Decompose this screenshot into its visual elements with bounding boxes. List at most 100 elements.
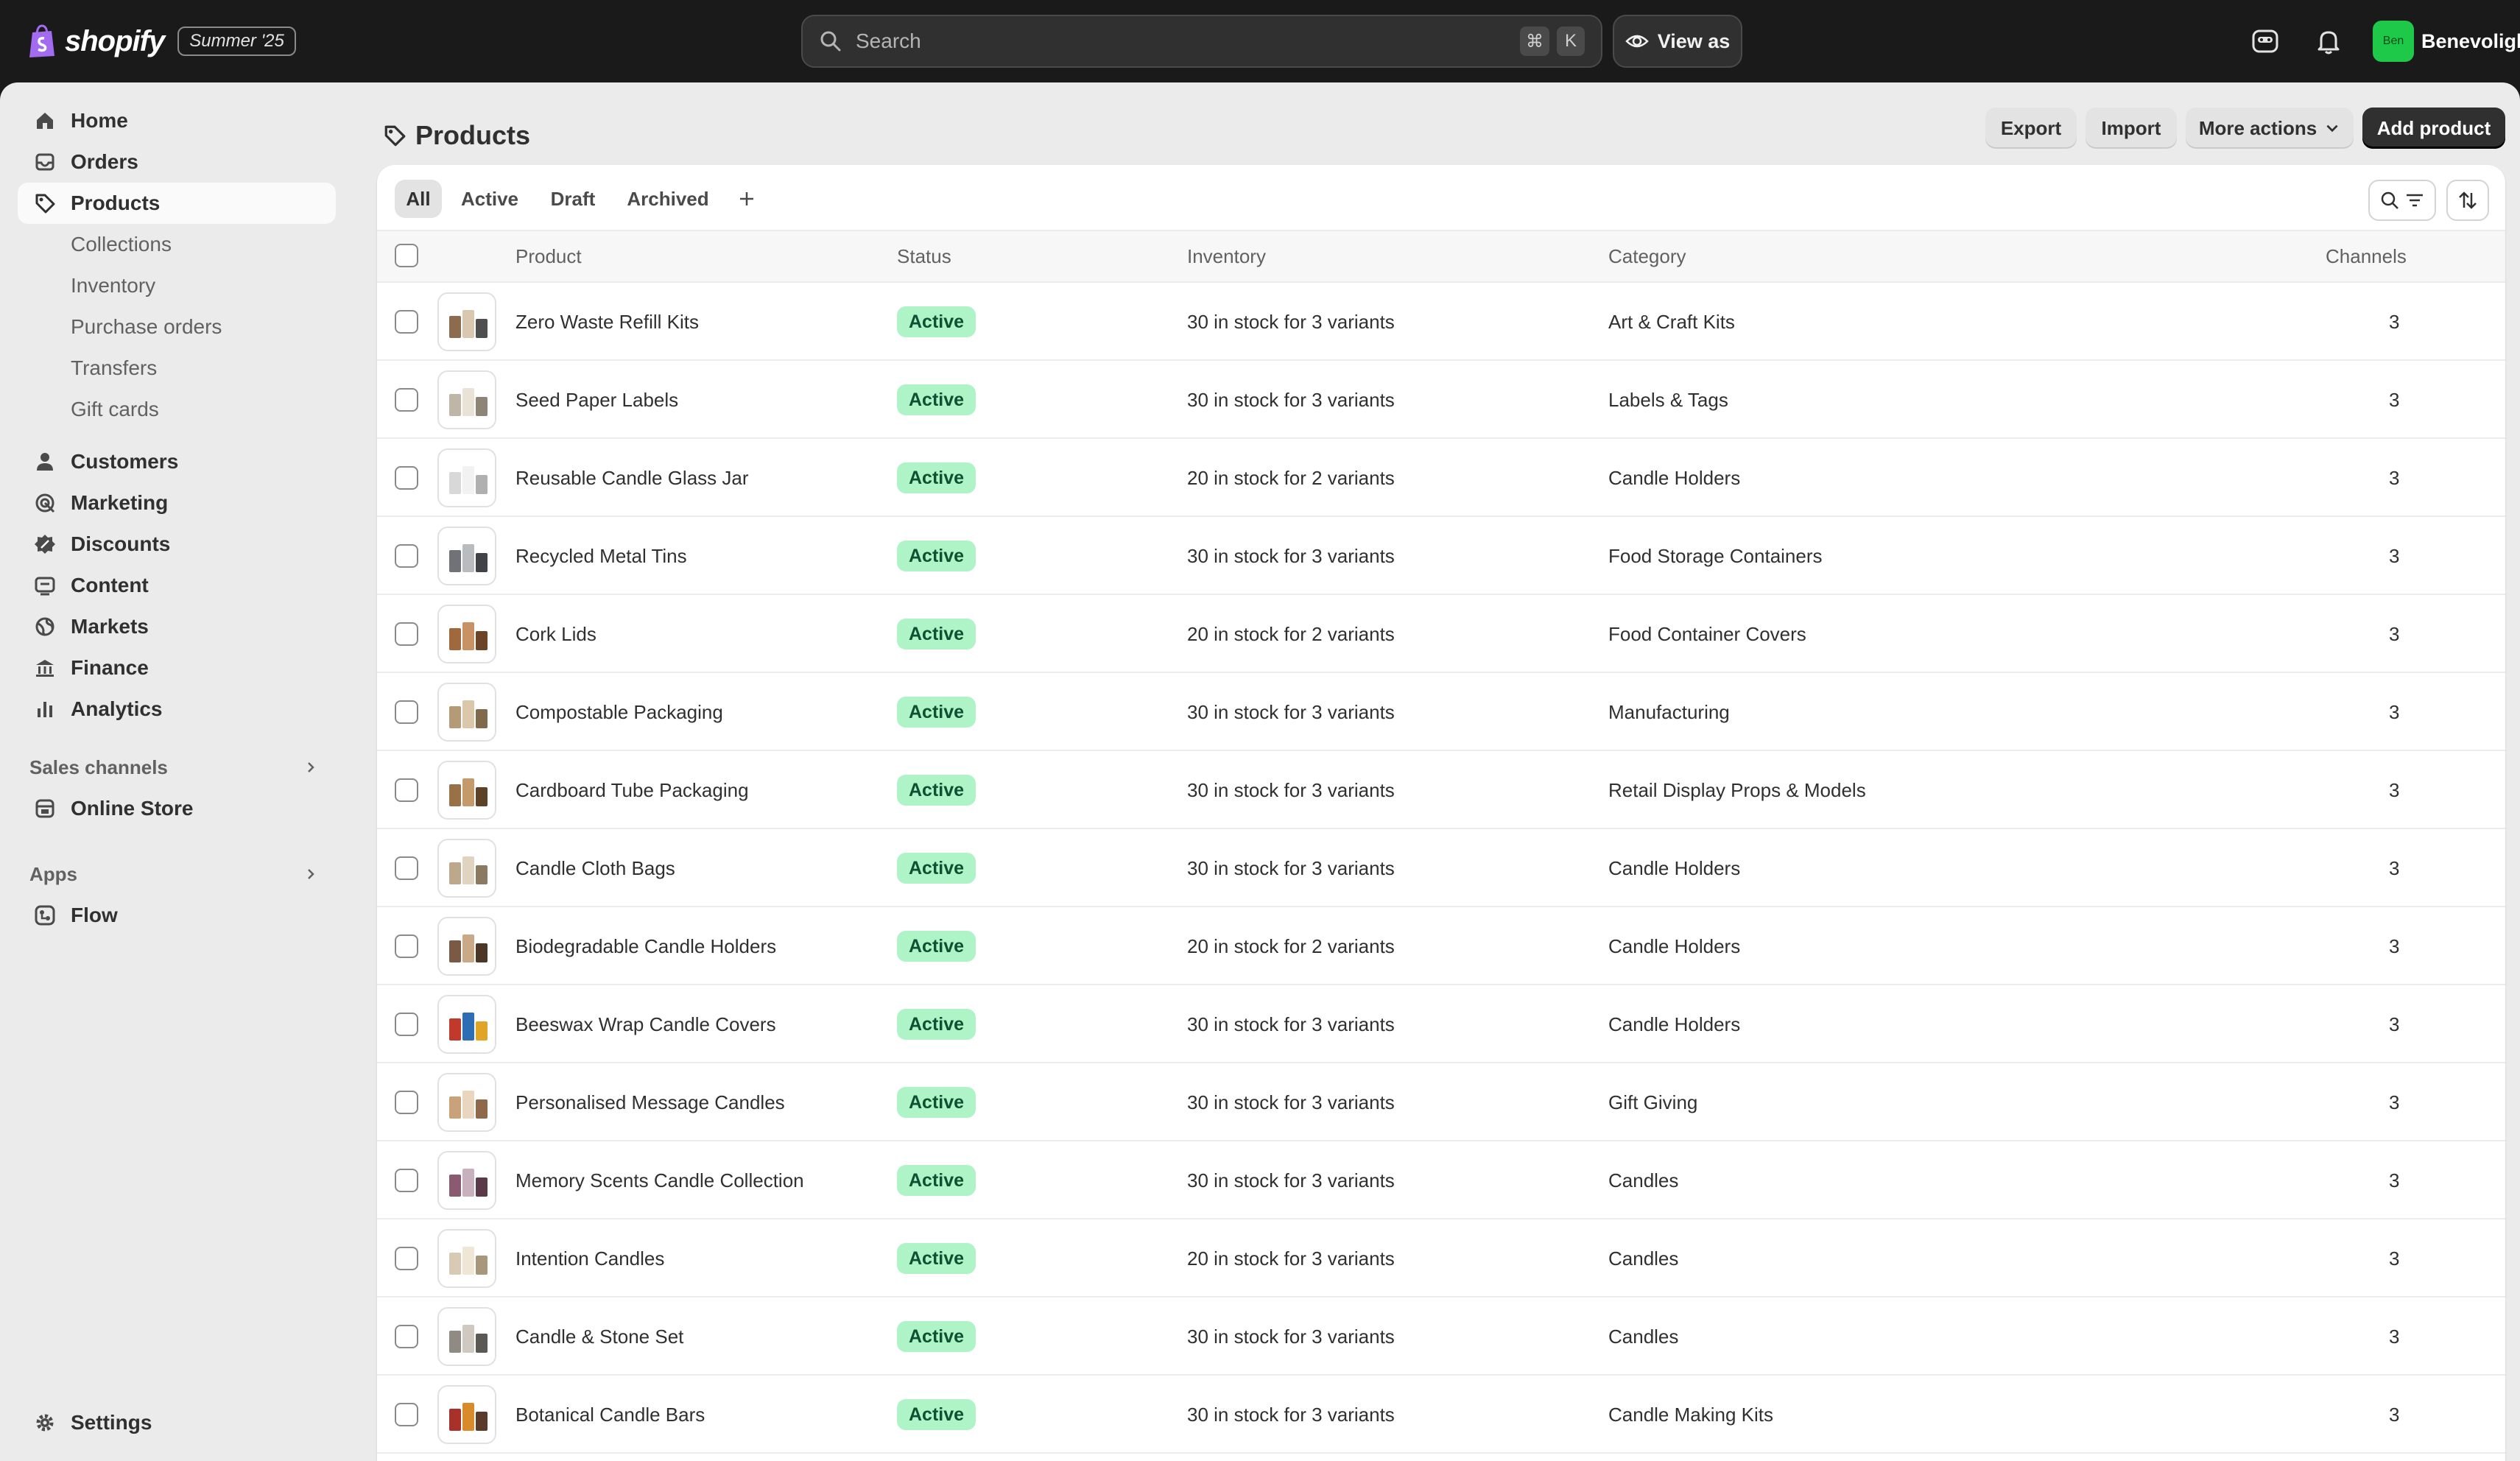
product-name[interactable]: Memory Scents Candle Collection bbox=[515, 1141, 804, 1219]
product-name[interactable]: Botanical Candle Bars bbox=[515, 1376, 705, 1454]
table-row[interactable]: Intention Candles Active 20 in stock for 3… bbox=[377, 1219, 2505, 1298]
table-row[interactable]: Biodegradable Candle Holders Active 20 in … bbox=[377, 907, 2505, 985]
product-name[interactable]: Zero Waste Refill Kits bbox=[515, 283, 699, 361]
product-name[interactable]: Candle Cloth Bags bbox=[515, 829, 675, 907]
global-search[interactable]: ⌘ K bbox=[801, 15, 1602, 68]
sidebar-subitem-inventory[interactable]: Inventory bbox=[71, 268, 155, 303]
product-name[interactable]: Personalised Message Candles bbox=[515, 1063, 785, 1141]
select-all-checkbox[interactable] bbox=[395, 244, 418, 267]
product-name[interactable]: Compostable Packaging bbox=[515, 673, 723, 751]
row-checkbox[interactable] bbox=[395, 388, 418, 412]
sidekick-icon[interactable] bbox=[2249, 25, 2281, 57]
table-row[interactable]: Recycled Metal Tins Active 30 in stock for… bbox=[377, 517, 2505, 595]
account-menu[interactable]: Ben Benevolight bbox=[2373, 18, 2520, 65]
row-checkbox[interactable] bbox=[395, 1325, 418, 1348]
row-checkbox[interactable] bbox=[395, 778, 418, 802]
table-row[interactable]: Zero Waste Refill Kits Active 30 in stock … bbox=[377, 283, 2505, 361]
sidebar-item-markets[interactable]: Markets bbox=[18, 606, 336, 647]
table-row[interactable]: Personalised Message Candles Active 30 in … bbox=[377, 1063, 2505, 1141]
product-thumbnail[interactable] bbox=[437, 605, 496, 663]
view-as-button[interactable]: View as bbox=[1613, 15, 1742, 68]
row-checkbox[interactable] bbox=[395, 1247, 418, 1270]
column-channels[interactable]: Channels bbox=[2326, 231, 2407, 281]
row-checkbox[interactable] bbox=[395, 622, 418, 646]
product-thumbnail[interactable] bbox=[437, 761, 496, 820]
row-checkbox[interactable] bbox=[395, 544, 418, 568]
sidebar-subitem-collections[interactable]: Collections bbox=[71, 227, 172, 262]
bell-icon[interactable] bbox=[2312, 25, 2345, 57]
product-name[interactable]: Cardboard Tube Packaging bbox=[515, 751, 749, 829]
product-name[interactable]: Biodegradable Candle Holders bbox=[515, 907, 776, 985]
table-row[interactable]: Beeswax Wrap Candle Covers Active 30 in st… bbox=[377, 985, 2505, 1063]
more-actions-button[interactable]: More actions bbox=[2186, 108, 2354, 149]
product-thumbnail[interactable] bbox=[437, 683, 496, 742]
tab-archived[interactable]: Archived bbox=[617, 180, 719, 218]
row-checkbox[interactable] bbox=[395, 1403, 418, 1426]
sales-channels-heading[interactable]: Sales channels bbox=[29, 750, 318, 785]
table-row[interactable]: Candle Cloth Bags Active 30 in stock for 3… bbox=[377, 829, 2505, 907]
sidebar-item-online-store[interactable]: Online Store bbox=[18, 788, 336, 829]
sidebar-item-discounts[interactable]: Discounts bbox=[18, 524, 336, 565]
column-category[interactable]: Category bbox=[1608, 231, 1686, 281]
sidebar-item-home[interactable]: Home bbox=[18, 100, 336, 141]
product-thumbnail[interactable] bbox=[437, 917, 496, 976]
tab-all[interactable]: All bbox=[395, 180, 442, 218]
product-name[interactable]: Reusable Candle Glass Jar bbox=[515, 439, 749, 517]
product-name[interactable]: Intention Candles bbox=[515, 1219, 664, 1298]
brand[interactable]: shopify Summer '25 bbox=[27, 21, 296, 62]
product-thumbnail[interactable] bbox=[437, 1229, 496, 1288]
product-thumbnail[interactable] bbox=[437, 995, 496, 1054]
column-status[interactable]: Status bbox=[897, 231, 951, 281]
table-row[interactable]: Seed Paper Labels Active 30 in stock for 3… bbox=[377, 361, 2505, 439]
sidebar-item-customers[interactable]: Customers bbox=[18, 441, 336, 482]
row-checkbox[interactable] bbox=[395, 934, 418, 958]
row-checkbox[interactable] bbox=[395, 310, 418, 334]
row-checkbox[interactable] bbox=[395, 856, 418, 880]
product-thumbnail[interactable] bbox=[437, 370, 496, 429]
product-name[interactable]: Seed Paper Labels bbox=[515, 361, 678, 439]
add-product-button[interactable]: Add product bbox=[2362, 108, 2505, 149]
table-row[interactable]: Botanical Candle Bars Active 30 in stock f… bbox=[377, 1376, 2505, 1454]
search-filter-button[interactable] bbox=[2368, 180, 2436, 221]
table-row[interactable]: Candle & Stone Set Active 30 in stock for … bbox=[377, 1298, 2505, 1376]
add-view-button[interactable] bbox=[728, 180, 766, 218]
row-checkbox[interactable] bbox=[395, 700, 418, 724]
search-input[interactable] bbox=[854, 29, 1513, 54]
product-thumbnail[interactable] bbox=[437, 839, 496, 898]
table-row[interactable]: Cork Lids Active 20 in stock for 2 variant… bbox=[377, 595, 2505, 673]
column-inventory[interactable]: Inventory bbox=[1187, 231, 1266, 281]
table-row[interactable]: Cardboard Tube Packaging Active 30 in stoc… bbox=[377, 751, 2505, 829]
sidebar-item-finance[interactable]: Finance bbox=[18, 647, 336, 689]
sidebar-subitem-gift-cards[interactable]: Gift cards bbox=[71, 392, 159, 427]
product-name[interactable]: Recycled Metal Tins bbox=[515, 517, 687, 595]
product-name[interactable]: Cork Lids bbox=[515, 595, 596, 673]
sidebar-item-orders[interactable]: Orders bbox=[18, 141, 336, 183]
table-row[interactable]: Reusable Candle Glass Jar Active 20 in sto… bbox=[377, 439, 2505, 517]
table-row[interactable]: Compostable Packaging Active 30 in stock f… bbox=[377, 673, 2505, 751]
sidebar-item-products[interactable]: Products bbox=[18, 183, 336, 224]
import-button[interactable]: Import bbox=[2086, 108, 2177, 149]
table-row[interactable]: Memory Scents Candle Collection Active 30 … bbox=[377, 1141, 2505, 1219]
tab-active[interactable]: Active bbox=[451, 180, 529, 218]
row-checkbox[interactable] bbox=[395, 466, 418, 490]
product-thumbnail[interactable] bbox=[437, 1073, 496, 1132]
product-thumbnail[interactable] bbox=[437, 1385, 496, 1444]
product-thumbnail[interactable] bbox=[437, 1307, 496, 1366]
sidebar-item-marketing[interactable]: Marketing bbox=[18, 482, 336, 524]
tab-draft[interactable]: Draft bbox=[538, 180, 608, 218]
row-checkbox[interactable] bbox=[395, 1013, 418, 1036]
sidebar-subitem-purchase-orders[interactable]: Purchase orders bbox=[71, 309, 222, 345]
sidebar-item-content[interactable]: Content bbox=[18, 565, 336, 606]
product-thumbnail[interactable] bbox=[437, 1151, 496, 1210]
product-name[interactable]: Beeswax Wrap Candle Covers bbox=[515, 985, 776, 1063]
sidebar-item-flow[interactable]: Flow bbox=[18, 895, 336, 936]
sidebar-item-settings[interactable]: Settings bbox=[18, 1402, 336, 1443]
product-thumbnail[interactable] bbox=[437, 527, 496, 585]
sort-button[interactable] bbox=[2446, 180, 2489, 221]
row-checkbox[interactable] bbox=[395, 1091, 418, 1114]
sidebar-item-analytics[interactable]: Analytics bbox=[18, 689, 336, 730]
product-name[interactable]: Candle & Stone Set bbox=[515, 1298, 683, 1376]
export-button[interactable]: Export bbox=[1985, 108, 2077, 149]
product-thumbnail[interactable] bbox=[437, 448, 496, 507]
edition-badge[interactable]: Summer '25 bbox=[177, 27, 296, 56]
